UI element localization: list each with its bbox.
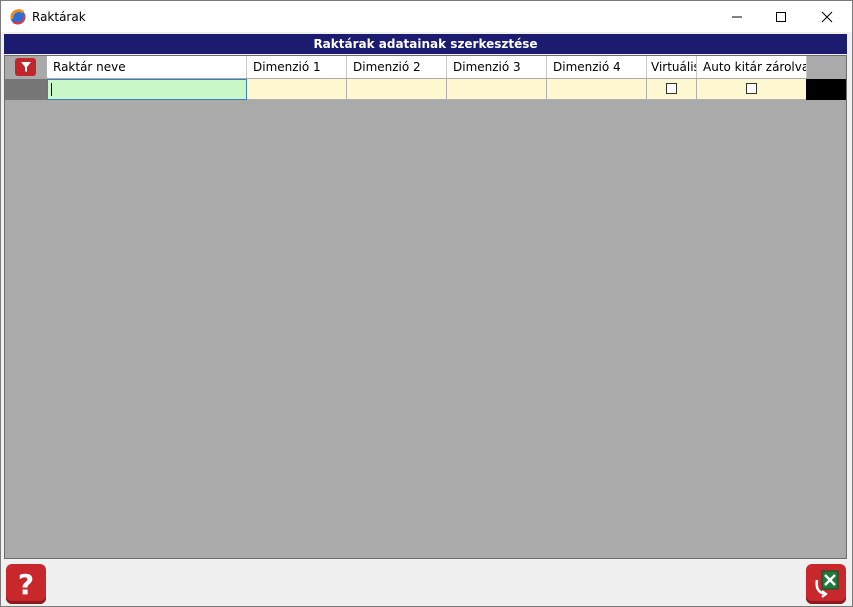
grid-corner [5,56,47,78]
minimize-button[interactable] [714,1,760,32]
title-bar: Raktárak [1,1,852,32]
maximize-button[interactable] [758,1,804,32]
export-button[interactable] [806,564,846,604]
cell-virtualis [647,79,697,100]
cell-raktar-neve[interactable] [47,79,247,100]
virtualis-checkbox[interactable] [666,83,677,94]
column-header-dimenzio-2[interactable]: Dimenzió 2 [347,56,447,78]
excel-export-icon [815,570,839,598]
filter-icon [20,62,31,72]
window-title: Raktárak [32,10,86,24]
cell-dimenzio-4[interactable] [547,79,647,100]
svg-text:?: ? [18,568,34,600]
text-caret [51,83,52,96]
help-button[interactable]: ? [6,564,46,604]
close-icon [821,11,833,22]
close-button[interactable] [804,1,850,32]
app-window: Raktárak Raktárak adatainak szerkesztése… [0,0,853,607]
cell-dimenzio-1[interactable] [247,79,347,100]
cell-dimenzio-2[interactable] [347,79,447,100]
data-grid[interactable]: Raktár neve Dimenzió 1 Dimenzió 2 Dimenz… [4,55,847,559]
cell-dimenzio-3[interactable] [447,79,547,100]
column-header-label: Raktár neve [53,60,126,74]
cell-auto-kitar-zarolva [697,79,807,100]
column-header-dimenzio-1[interactable]: Dimenzió 1 [247,56,347,78]
form-header: Raktárak adatainak szerkesztése [4,34,847,54]
maximize-icon [776,11,786,22]
column-header-dimenzio-4[interactable]: Dimenzió 4 [547,56,647,78]
column-header-auto-kitar-zarolva[interactable]: Auto kitár zárolva [697,56,807,78]
column-header-virtualis[interactable]: Virtuális [647,56,697,78]
row-end-filler [806,79,846,100]
auto-kitar-zarolva-checkbox[interactable] [746,83,757,94]
filter-button[interactable] [15,58,36,76]
column-header-dimenzio-3[interactable]: Dimenzió 3 [447,56,547,78]
minimize-icon [732,16,742,17]
help-icon: ? [18,568,34,600]
row-selector[interactable] [5,79,47,100]
app-icon [10,9,26,25]
column-header-raktar-neve[interactable]: Raktár neve [47,56,247,78]
